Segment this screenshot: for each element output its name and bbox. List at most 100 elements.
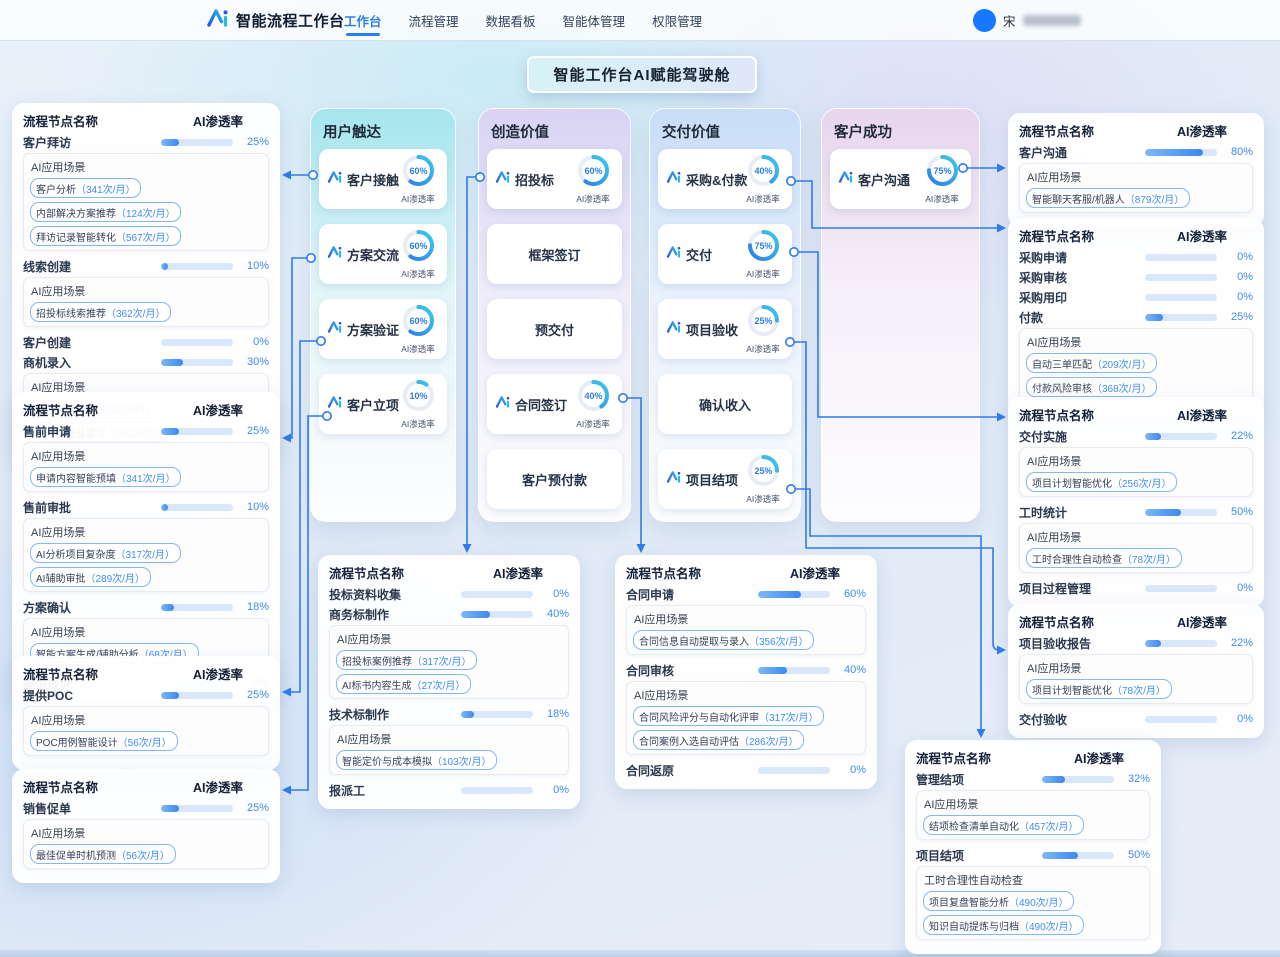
- ai-scenario-tags: 招投标案例推荐（317次/月） AI标书内容生成（27次/月）: [336, 650, 562, 694]
- avatar[interactable]: [973, 9, 996, 32]
- ai-rate-donut: 60%: [400, 152, 437, 189]
- process-node-row: 付款25%: [1019, 308, 1253, 326]
- node-card-客户接触[interactable]: 客户接触60%AI渗透率: [319, 149, 447, 209]
- node-column-header: 流程节点名称: [626, 563, 701, 582]
- node-card-方案交流[interactable]: 方案交流60%AI渗透率: [319, 224, 447, 284]
- ai-rate-ring-label: AI渗透率: [739, 343, 787, 355]
- user-name-redacted: [1023, 15, 1081, 26]
- ai-rate-ring: 60%AI渗透率: [394, 302, 442, 355]
- ai-scenario-tag[interactable]: 合同风险评分与自动化评审（317次/月）: [633, 706, 824, 726]
- arrow-icon: [282, 434, 291, 443]
- process-node-row: 售前申请25%: [23, 422, 269, 440]
- ai-scenario-tag[interactable]: POC用例智能设计（56次/月）: [30, 731, 178, 751]
- node-card-框架签订[interactable]: 框架签订: [487, 224, 622, 284]
- arrow-icon: [282, 786, 291, 795]
- ai-scenario-box: AI应用场景自动三单匹配（209次/月）付款风险审核（368次/月）: [1019, 328, 1253, 402]
- ai-scenario-tag[interactable]: 项目计划智能优化（256次/月）: [1026, 472, 1177, 492]
- node-column-header: 流程节点名称: [329, 563, 404, 582]
- ai-scenario-tags: 自动三单匹配（209次/月） 付款风险审核（368次/月）: [1026, 353, 1246, 397]
- process-node-name: 交付实施: [1019, 428, 1145, 445]
- ai-rate-value: 40%: [754, 166, 772, 176]
- detail-card-header: 流程节点名称AI渗透率: [1019, 121, 1253, 139]
- ai-scenario-tag[interactable]: 拜访记录智能转化（567次/月）: [30, 226, 181, 246]
- ai-scenario-label: AI应用场景: [1027, 453, 1246, 469]
- ai-scenario-tags: 项目复盘智能分析（490次/月）知识自动提炼与归档（490次/月）: [923, 891, 1143, 935]
- ai-rate-donut: 40%: [745, 152, 782, 189]
- rate-column-header: AI渗透率: [193, 111, 243, 130]
- tag-count: （317次/月）: [412, 653, 471, 668]
- user-area[interactable]: 宋: [973, 0, 1081, 40]
- node-card-项目验收[interactable]: 项目验收25%AI渗透率: [658, 299, 792, 359]
- ai-rate-bar-fill: [161, 604, 174, 611]
- tag-count: （341次/月）: [116, 470, 175, 485]
- ai-rate-bar-fill: [1145, 433, 1161, 440]
- ai-scenario-tag[interactable]: 结项检查清单自动化（457次/月）: [923, 815, 1084, 835]
- ai-scenario-tag[interactable]: 智能聊天客服/机器人（879次/月）: [1026, 188, 1190, 208]
- node-card-交付[interactable]: 交付75%AI渗透率: [658, 224, 792, 284]
- ai-scenario-tags: 结项检查清单自动化（457次/月）: [923, 815, 1143, 835]
- ai-scenario-tag[interactable]: 最佳促单时机预测（56次/月）: [30, 844, 176, 864]
- ai-scenario-tag[interactable]: AI标书内容生成（27次/月）: [336, 674, 471, 694]
- process-node-name: 方案确认: [23, 599, 161, 616]
- process-node-row: 客户创建0%: [23, 333, 269, 351]
- ai-scenario-label: AI应用场景: [924, 796, 1143, 812]
- node-card-客户沟通[interactable]: 客户沟通75%AI渗透率: [830, 149, 971, 209]
- process-node-row: 客户拜访25%: [23, 133, 269, 151]
- arrow-icon: [463, 544, 472, 553]
- node-card-预交付[interactable]: 预交付: [487, 299, 622, 359]
- ai-scenario-tag[interactable]: 工时合理性自动检查（78次/月）: [1026, 548, 1182, 568]
- tab-数据看板[interactable]: 数据看板: [486, 0, 536, 40]
- node-left: 方案验证: [327, 299, 399, 359]
- ai-scenario-tag[interactable]: 知识自动提炼与归档（490次/月）: [923, 915, 1084, 935]
- ai-scenario-tags: AI分析项目复杂度（317次/月） AI辅助审批（289次/月）: [30, 543, 262, 587]
- ai-scenario-tag[interactable]: 合同信息自动提取与录入（356次/月）: [633, 630, 814, 650]
- ai-scenario-tag[interactable]: 付款风险审核（368次/月）: [1026, 377, 1157, 397]
- node-name: 方案交流: [347, 245, 399, 264]
- ai-rate-ring-label: AI渗透率: [394, 343, 442, 355]
- ai-scenario-tag[interactable]: 招投标线索推荐（362次/月）: [30, 302, 171, 322]
- node-card-项目结项[interactable]: 项目结项25%AI渗透率: [658, 449, 792, 509]
- ai-logo-icon: [666, 469, 682, 490]
- ai-logo-icon: [495, 394, 511, 410]
- node-card-客户预付款[interactable]: 客户预付款: [487, 449, 622, 509]
- ai-scenario-tag[interactable]: 招投标案例推荐（317次/月）: [336, 650, 477, 670]
- tag-count: （490次/月）: [1019, 918, 1078, 933]
- ai-rate-bar-fill: [161, 805, 179, 812]
- tag-text: 项目复盘智能分析: [929, 894, 1009, 909]
- ai-rate-bar-fill: [1145, 314, 1163, 321]
- node-card-确认收入[interactable]: 确认收入: [658, 374, 792, 434]
- ai-scenario-tag[interactable]: 内部解决方案推荐（124次/月）: [30, 202, 181, 222]
- ai-scenario-tag[interactable]: 自动三单匹配（209次/月）: [1026, 353, 1157, 373]
- ai-scenario-tag[interactable]: 项目复盘智能分析（490次/月）: [923, 891, 1074, 911]
- node-card-招投标[interactable]: 招投标60%AI渗透率: [487, 149, 622, 209]
- ai-scenario-tag[interactable]: AI分析项目复杂度（317次/月）: [30, 543, 181, 563]
- ai-logo-icon: [327, 394, 343, 415]
- process-node-row: 技术标制作18%: [329, 705, 569, 723]
- tag-text: 智能聊天客服/机器人: [1032, 191, 1125, 206]
- node-card-方案验证[interactable]: 方案验证60%AI渗透率: [319, 299, 447, 359]
- node-card-采购&付款[interactable]: 采购&付款40%AI渗透率: [658, 149, 792, 209]
- tab-智能体管理[interactable]: 智能体管理: [563, 0, 626, 40]
- node-column-header: 流程节点名称: [23, 400, 98, 419]
- column-title-deliver-value: 交付价值: [650, 119, 800, 149]
- tab-工作台[interactable]: 工作台: [344, 0, 382, 40]
- ai-rate-value: 40%: [584, 391, 602, 401]
- node-name: 预交付: [535, 320, 574, 339]
- ai-scenario-tag[interactable]: 项目计划智能优化（78次/月）: [1026, 679, 1172, 699]
- node-card-合同签订[interactable]: 合同签订40%AI渗透率: [487, 374, 622, 434]
- node-card-客户立项[interactable]: 客户立项10%AI渗透率: [319, 374, 447, 434]
- ai-scenario-tag[interactable]: 客户分析（341次/月）: [30, 178, 141, 198]
- ai-rate-bar-fill: [161, 428, 179, 435]
- process-node-name: 客户拜访: [23, 134, 161, 151]
- tab-流程管理[interactable]: 流程管理: [409, 0, 459, 40]
- ai-logo-icon: [838, 169, 854, 185]
- ai-scenario-tag[interactable]: 智能定价与成本模拟（103次/月）: [336, 750, 497, 770]
- ai-scenario-tag[interactable]: 申请内容智能预填（341次/月）: [30, 467, 181, 487]
- ai-scenario-tag[interactable]: AI辅助审批（289次/月）: [30, 567, 151, 587]
- ai-scenario-tags: 智能聊天客服/机器人（879次/月）: [1026, 188, 1246, 208]
- dashboard-page: 智能流程工作台 工作台流程管理数据看板智能体管理权限管理 宋 智能工作台AI赋能…: [0, 0, 1280, 957]
- ai-rate-percent: 18%: [233, 601, 269, 613]
- ai-scenario-box: AI应用场景申请内容智能预填（341次/月）: [23, 442, 269, 492]
- tab-权限管理[interactable]: 权限管理: [652, 0, 702, 40]
- ai-scenario-tag[interactable]: 合同案例入选自动评估（286次/月）: [633, 730, 804, 750]
